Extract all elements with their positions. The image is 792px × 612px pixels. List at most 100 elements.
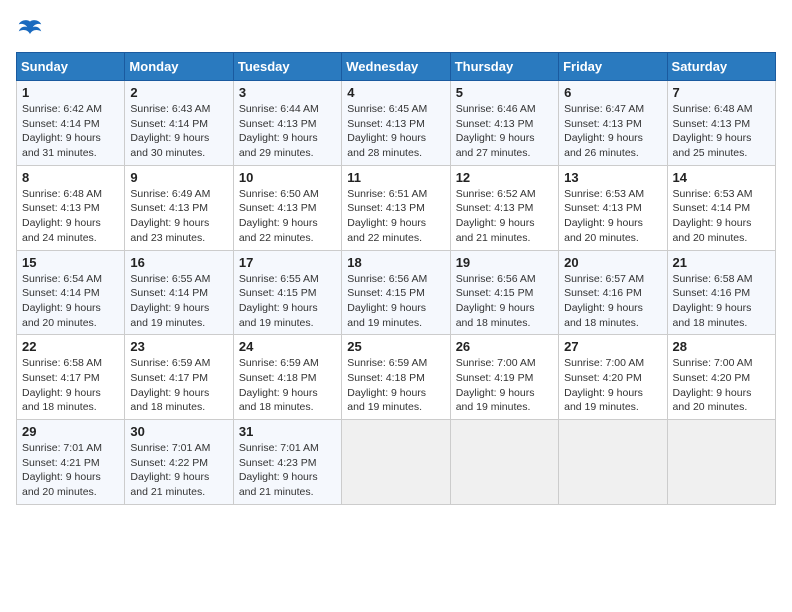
sunset-label: Sunset: 4:14 PM bbox=[22, 118, 100, 130]
sunrise-label: Sunrise: 6:55 AM bbox=[130, 273, 210, 285]
day-details: Sunrise: 6:48 AM Sunset: 4:13 PM Dayligh… bbox=[22, 187, 119, 246]
day-details: Sunrise: 6:47 AM Sunset: 4:13 PM Dayligh… bbox=[564, 102, 661, 161]
sunrise-label: Sunrise: 6:58 AM bbox=[673, 273, 753, 285]
day-number: 28 bbox=[673, 339, 770, 354]
sunrise-label: Sunrise: 6:57 AM bbox=[564, 273, 644, 285]
sunset-label: Sunset: 4:17 PM bbox=[22, 372, 100, 384]
sunset-label: Sunset: 4:15 PM bbox=[239, 287, 317, 299]
day-number: 21 bbox=[673, 255, 770, 270]
sunrise-label: Sunrise: 6:55 AM bbox=[239, 273, 319, 285]
day-number: 23 bbox=[130, 339, 227, 354]
sunset-label: Sunset: 4:13 PM bbox=[22, 202, 100, 214]
calendar-cell: 27 Sunrise: 7:00 AM Sunset: 4:20 PM Dayl… bbox=[559, 335, 667, 420]
daylight-label: Daylight: 9 hours and 22 minutes. bbox=[347, 217, 426, 244]
day-number: 27 bbox=[564, 339, 661, 354]
day-details: Sunrise: 6:49 AM Sunset: 4:13 PM Dayligh… bbox=[130, 187, 227, 246]
sunrise-label: Sunrise: 7:00 AM bbox=[673, 357, 753, 369]
sunset-label: Sunset: 4:17 PM bbox=[130, 372, 208, 384]
sunset-label: Sunset: 4:22 PM bbox=[130, 457, 208, 469]
day-details: Sunrise: 7:00 AM Sunset: 4:20 PM Dayligh… bbox=[673, 356, 770, 415]
sunrise-label: Sunrise: 6:59 AM bbox=[347, 357, 427, 369]
day-details: Sunrise: 6:48 AM Sunset: 4:13 PM Dayligh… bbox=[673, 102, 770, 161]
sunset-label: Sunset: 4:16 PM bbox=[673, 287, 751, 299]
sunrise-label: Sunrise: 6:44 AM bbox=[239, 103, 319, 115]
day-details: Sunrise: 6:51 AM Sunset: 4:13 PM Dayligh… bbox=[347, 187, 444, 246]
calendar-cell: 14 Sunrise: 6:53 AM Sunset: 4:14 PM Dayl… bbox=[667, 165, 775, 250]
sunset-label: Sunset: 4:13 PM bbox=[564, 118, 642, 130]
calendar-cell: 8 Sunrise: 6:48 AM Sunset: 4:13 PM Dayli… bbox=[17, 165, 125, 250]
calendar-table: SundayMondayTuesdayWednesdayThursdayFrid… bbox=[16, 52, 776, 505]
sunset-label: Sunset: 4:14 PM bbox=[130, 287, 208, 299]
daylight-label: Daylight: 9 hours and 21 minutes. bbox=[239, 471, 318, 498]
sunrise-label: Sunrise: 6:58 AM bbox=[22, 357, 102, 369]
calendar-cell: 25 Sunrise: 6:59 AM Sunset: 4:18 PM Dayl… bbox=[342, 335, 450, 420]
day-number: 6 bbox=[564, 85, 661, 100]
calendar-cell: 18 Sunrise: 6:56 AM Sunset: 4:15 PM Dayl… bbox=[342, 250, 450, 335]
sunrise-label: Sunrise: 6:56 AM bbox=[347, 273, 427, 285]
sunset-label: Sunset: 4:13 PM bbox=[347, 202, 425, 214]
sunrise-label: Sunrise: 6:45 AM bbox=[347, 103, 427, 115]
daylight-label: Daylight: 9 hours and 18 minutes. bbox=[22, 387, 101, 414]
sunrise-label: Sunrise: 6:56 AM bbox=[456, 273, 536, 285]
daylight-label: Daylight: 9 hours and 27 minutes. bbox=[456, 132, 535, 159]
day-number: 26 bbox=[456, 339, 553, 354]
sunrise-label: Sunrise: 7:01 AM bbox=[22, 442, 102, 454]
day-details: Sunrise: 6:59 AM Sunset: 4:18 PM Dayligh… bbox=[347, 356, 444, 415]
day-number: 5 bbox=[456, 85, 553, 100]
calendar-cell: 20 Sunrise: 6:57 AM Sunset: 4:16 PM Dayl… bbox=[559, 250, 667, 335]
day-number: 7 bbox=[673, 85, 770, 100]
sunrise-label: Sunrise: 7:01 AM bbox=[130, 442, 210, 454]
weekday-header-saturday: Saturday bbox=[667, 53, 775, 81]
daylight-label: Daylight: 9 hours and 24 minutes. bbox=[22, 217, 101, 244]
sunrise-label: Sunrise: 6:59 AM bbox=[130, 357, 210, 369]
day-number: 2 bbox=[130, 85, 227, 100]
calendar-cell: 13 Sunrise: 6:53 AM Sunset: 4:13 PM Dayl… bbox=[559, 165, 667, 250]
sunset-label: Sunset: 4:13 PM bbox=[673, 118, 751, 130]
day-number: 12 bbox=[456, 170, 553, 185]
daylight-label: Daylight: 9 hours and 26 minutes. bbox=[564, 132, 643, 159]
calendar-cell bbox=[667, 420, 775, 505]
sunrise-label: Sunrise: 6:53 AM bbox=[564, 188, 644, 200]
day-details: Sunrise: 6:58 AM Sunset: 4:16 PM Dayligh… bbox=[673, 272, 770, 331]
sunrise-label: Sunrise: 6:43 AM bbox=[130, 103, 210, 115]
sunset-label: Sunset: 4:21 PM bbox=[22, 457, 100, 469]
weekday-header-friday: Friday bbox=[559, 53, 667, 81]
calendar-cell: 7 Sunrise: 6:48 AM Sunset: 4:13 PM Dayli… bbox=[667, 81, 775, 166]
page-header bbox=[16, 16, 776, 44]
daylight-label: Daylight: 9 hours and 18 minutes. bbox=[239, 387, 318, 414]
day-details: Sunrise: 6:55 AM Sunset: 4:15 PM Dayligh… bbox=[239, 272, 336, 331]
sunrise-label: Sunrise: 6:49 AM bbox=[130, 188, 210, 200]
day-number: 25 bbox=[347, 339, 444, 354]
sunrise-label: Sunrise: 6:52 AM bbox=[456, 188, 536, 200]
daylight-label: Daylight: 9 hours and 25 minutes. bbox=[673, 132, 752, 159]
sunrise-label: Sunrise: 7:01 AM bbox=[239, 442, 319, 454]
day-number: 13 bbox=[564, 170, 661, 185]
sunset-label: Sunset: 4:18 PM bbox=[347, 372, 425, 384]
daylight-label: Daylight: 9 hours and 20 minutes. bbox=[564, 217, 643, 244]
calendar-cell: 19 Sunrise: 6:56 AM Sunset: 4:15 PM Dayl… bbox=[450, 250, 558, 335]
calendar-cell: 1 Sunrise: 6:42 AM Sunset: 4:14 PM Dayli… bbox=[17, 81, 125, 166]
day-number: 20 bbox=[564, 255, 661, 270]
day-number: 30 bbox=[130, 424, 227, 439]
day-details: Sunrise: 7:00 AM Sunset: 4:20 PM Dayligh… bbox=[564, 356, 661, 415]
calendar-cell bbox=[342, 420, 450, 505]
sunset-label: Sunset: 4:14 PM bbox=[130, 118, 208, 130]
day-details: Sunrise: 7:00 AM Sunset: 4:19 PM Dayligh… bbox=[456, 356, 553, 415]
day-number: 1 bbox=[22, 85, 119, 100]
day-details: Sunrise: 7:01 AM Sunset: 4:21 PM Dayligh… bbox=[22, 441, 119, 500]
daylight-label: Daylight: 9 hours and 28 minutes. bbox=[347, 132, 426, 159]
sunset-label: Sunset: 4:14 PM bbox=[673, 202, 751, 214]
day-number: 16 bbox=[130, 255, 227, 270]
sunset-label: Sunset: 4:16 PM bbox=[564, 287, 642, 299]
day-number: 29 bbox=[22, 424, 119, 439]
day-details: Sunrise: 7:01 AM Sunset: 4:22 PM Dayligh… bbox=[130, 441, 227, 500]
calendar-week-2: 8 Sunrise: 6:48 AM Sunset: 4:13 PM Dayli… bbox=[17, 165, 776, 250]
weekday-header-tuesday: Tuesday bbox=[233, 53, 341, 81]
day-number: 9 bbox=[130, 170, 227, 185]
daylight-label: Daylight: 9 hours and 18 minutes. bbox=[564, 302, 643, 329]
day-number: 10 bbox=[239, 170, 336, 185]
day-details: Sunrise: 6:44 AM Sunset: 4:13 PM Dayligh… bbox=[239, 102, 336, 161]
weekday-header-thursday: Thursday bbox=[450, 53, 558, 81]
sunrise-label: Sunrise: 6:47 AM bbox=[564, 103, 644, 115]
daylight-label: Daylight: 9 hours and 19 minutes. bbox=[347, 302, 426, 329]
